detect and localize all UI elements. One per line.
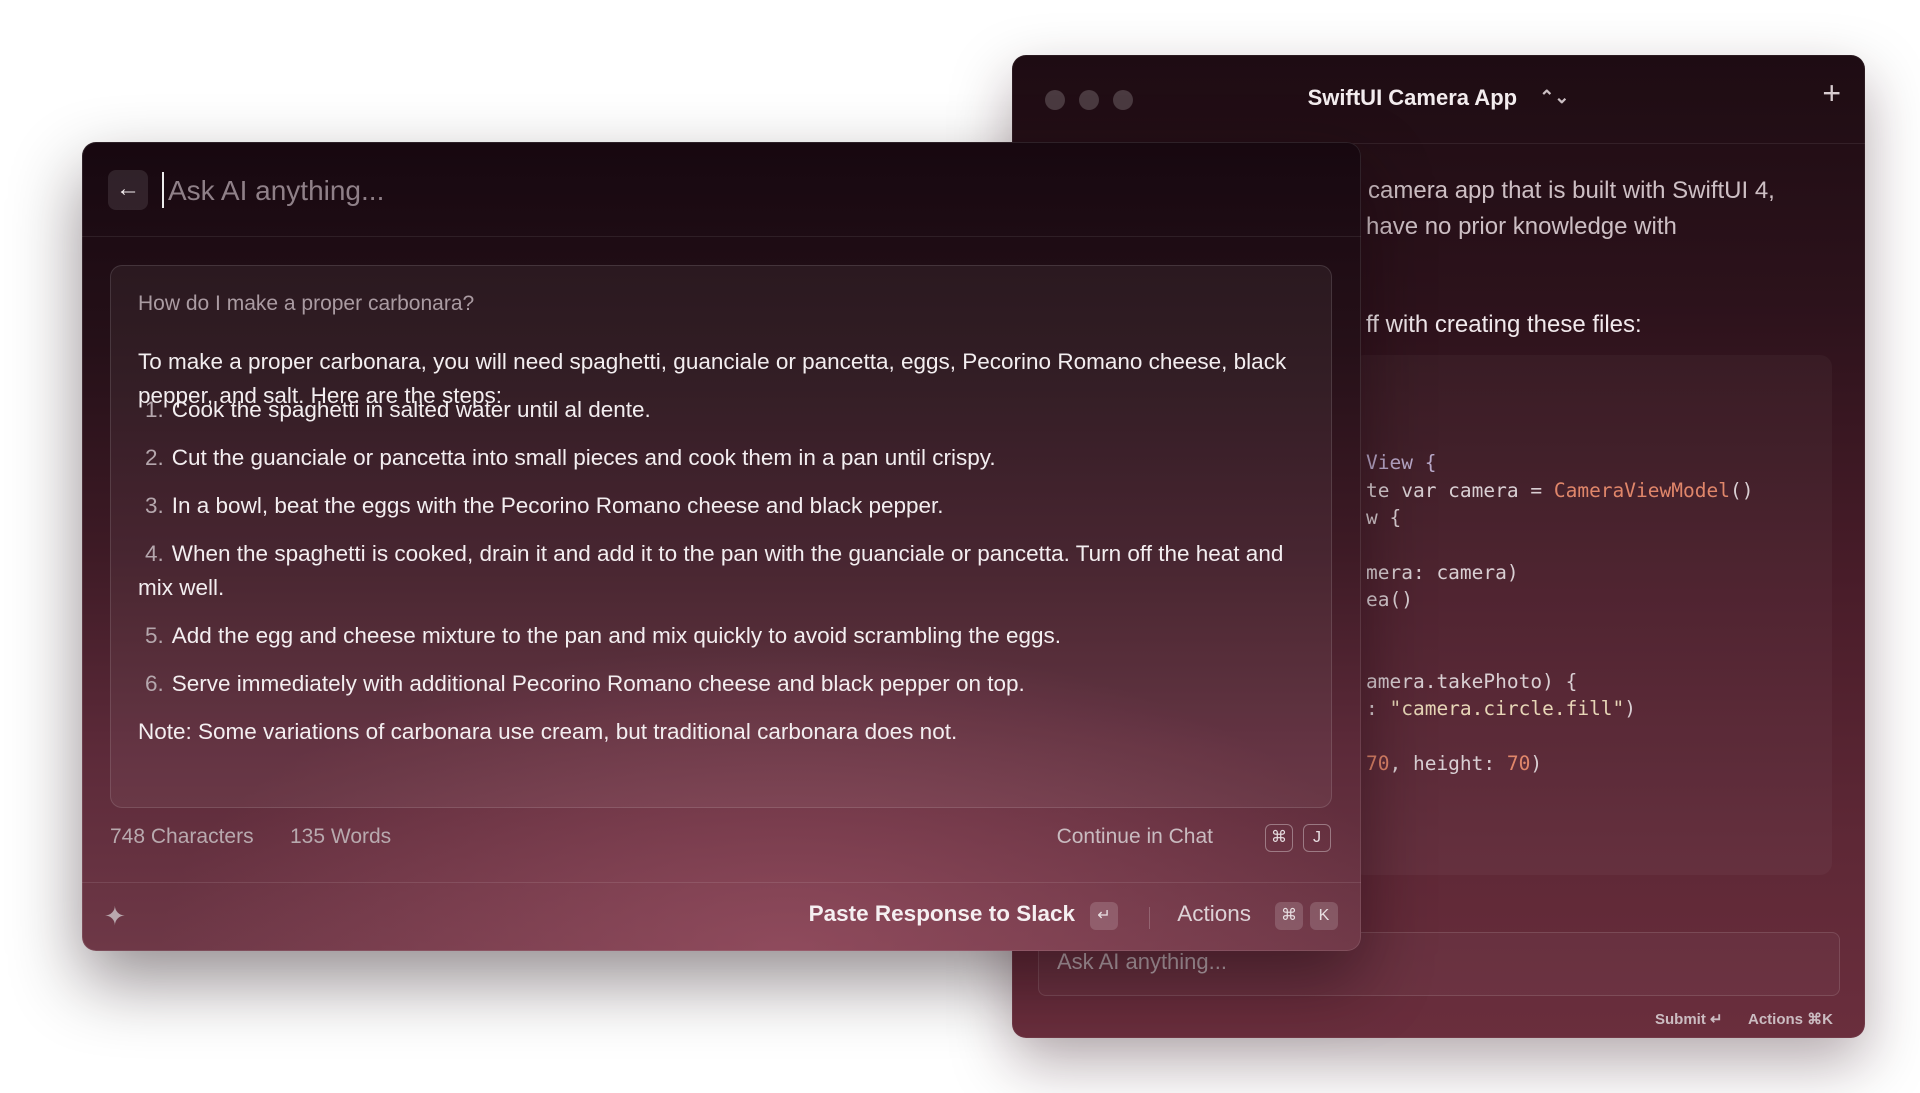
chevron-updown-icon: ⌃⌄ xyxy=(1539,87,1570,107)
list-item-number: 5. xyxy=(145,623,164,648)
code-block xyxy=(1352,355,1832,875)
chat-titlebar: SwiftUI Camera App ⌃⌄ + xyxy=(1012,55,1865,144)
code-line: mera: camera) xyxy=(1366,561,1519,584)
code-line: w { xyxy=(1366,506,1402,529)
list-item: 4. When the spaghetti is cooked, drain it… xyxy=(138,537,1308,605)
chat-message-heading: ff with creating these files: xyxy=(1366,311,1642,338)
list-item-text: Cook the spaghetti in salted water until… xyxy=(171,397,651,422)
code-line: : "camera.circle.fill") xyxy=(1366,697,1637,720)
chat-input-placeholder: Ask AI anything... xyxy=(1057,949,1227,974)
code-line: View { xyxy=(1366,451,1437,474)
arrow-left-icon: ← xyxy=(116,175,140,202)
list-item: 3. In a bowl, beat the eggs with the Peco… xyxy=(138,489,1308,523)
list-item-text: Serve immediately with additional Pecori… xyxy=(171,671,1025,696)
word-count: 135 Words xyxy=(290,825,392,848)
list-item-number: 3. xyxy=(145,493,164,518)
list-item-text: In a bowl, beat the eggs with the Pecori… xyxy=(171,493,944,518)
list-item-text: Cut the guanciale or pancetta into small… xyxy=(171,445,996,470)
list-item-number: 4. xyxy=(145,541,164,566)
action-bar: ✦ Paste Response to Slack ↵ Actions ⌘ K xyxy=(82,882,1361,951)
divider xyxy=(1149,907,1150,929)
chat-title-selector[interactable]: SwiftUI Camera App ⌃⌄ xyxy=(1012,85,1865,111)
list-item: 1. Cook the spaghetti in salted water unt… xyxy=(138,393,1308,427)
actions-button[interactable]: Actions xyxy=(1177,901,1251,927)
paste-to-slack-button[interactable]: Paste Response to Slack xyxy=(809,901,1075,927)
list-item-number: 1. xyxy=(145,397,164,422)
return-key-icon: ↵ xyxy=(1090,902,1118,930)
key-j: J xyxy=(1303,824,1331,852)
chat-message-text: camera app that is built with SwiftUI 4, xyxy=(1368,177,1775,204)
chat-title: SwiftUI Camera App xyxy=(1307,85,1518,110)
code-line: ea() xyxy=(1366,588,1413,611)
new-chat-button[interactable]: + xyxy=(1822,77,1841,109)
command-key-icon: ⌘ xyxy=(1275,902,1303,930)
quick-ai-window: ← How do I make a proper carbonara? To m… xyxy=(82,142,1361,951)
text-cursor xyxy=(162,172,164,208)
code-line: 70, height: 70) xyxy=(1366,752,1543,775)
ask-ai-input[interactable] xyxy=(166,168,1270,214)
list-item-number: 2. xyxy=(145,445,164,470)
response-card: How do I make a proper carbonara? To mak… xyxy=(110,265,1332,808)
code-line: te var camera = CameraViewModel() xyxy=(1366,479,1754,502)
submit-button[interactable]: Submit ↵ xyxy=(1655,1010,1723,1028)
list-item-text: When the spaghetti is cooked, drain it a… xyxy=(138,541,1284,600)
list-item: 6. Serve immediately with additional Peco… xyxy=(138,667,1308,701)
quick-ai-header: ← xyxy=(82,142,1361,237)
list-item-text: Add the egg and cheese mixture to the pa… xyxy=(171,623,1062,648)
list-item: 2. Cut the guanciale or pancetta into sma… xyxy=(138,441,1308,475)
ai-sparkle-icon: ✦ xyxy=(104,901,126,931)
command-key-icon: ⌘ xyxy=(1265,824,1293,852)
continue-in-chat-button[interactable]: Continue in Chat xyxy=(1057,825,1213,849)
chat-message-text: have no prior knowledge with xyxy=(1366,213,1677,240)
back-button[interactable]: ← xyxy=(108,170,148,210)
list-item: 5. Add the egg and cheese mixture to the … xyxy=(138,619,1308,653)
list-item-number: 6. xyxy=(145,671,164,696)
key-k: K xyxy=(1310,902,1338,930)
character-count: 748 Characters xyxy=(110,825,254,848)
question-text: How do I make a proper carbonara? xyxy=(138,292,475,315)
chat-actions-button[interactable]: Actions ⌘K xyxy=(1748,1010,1833,1028)
code-line: amera.takePhoto) { xyxy=(1366,670,1578,693)
answer-note: Note: Some variations of carbonara use c… xyxy=(138,719,958,744)
